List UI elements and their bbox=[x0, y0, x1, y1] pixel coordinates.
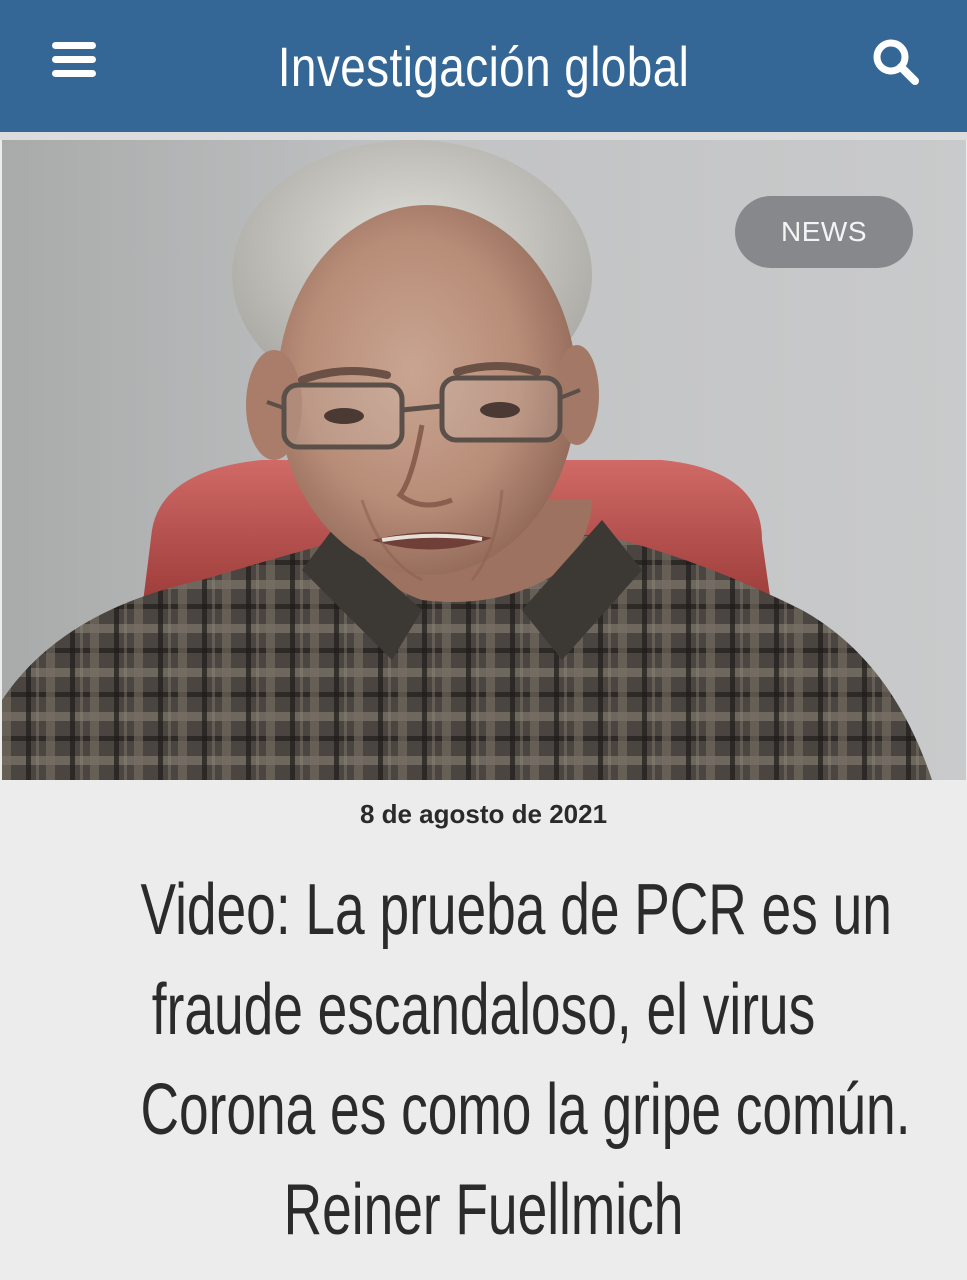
headline-line: Video: La prueba de PCR es un bbox=[140, 870, 892, 950]
top-app-bar: Investigación global bbox=[0, 0, 967, 132]
article-date: 8 de agosto de 2021 bbox=[359, 799, 608, 829]
headline-line: fraude escandaloso, el virus bbox=[151, 970, 816, 1050]
header-divider bbox=[0, 132, 967, 140]
news-category-badge[interactable]: NEWS bbox=[735, 196, 913, 268]
search-button[interactable] bbox=[868, 34, 924, 90]
hamburger-menu-icon bbox=[52, 42, 96, 77]
article-headline[interactable]: Video: La prueba de PCR es un fraude esc… bbox=[20, 860, 947, 1260]
search-icon bbox=[873, 39, 919, 85]
headline-line: Corona es como la gripe común. bbox=[140, 1070, 911, 1150]
site-title[interactable]: Investigación global bbox=[202, 22, 765, 112]
menu-button[interactable] bbox=[48, 38, 100, 82]
headline-line: Reiner Fuellmich bbox=[283, 1170, 684, 1250]
